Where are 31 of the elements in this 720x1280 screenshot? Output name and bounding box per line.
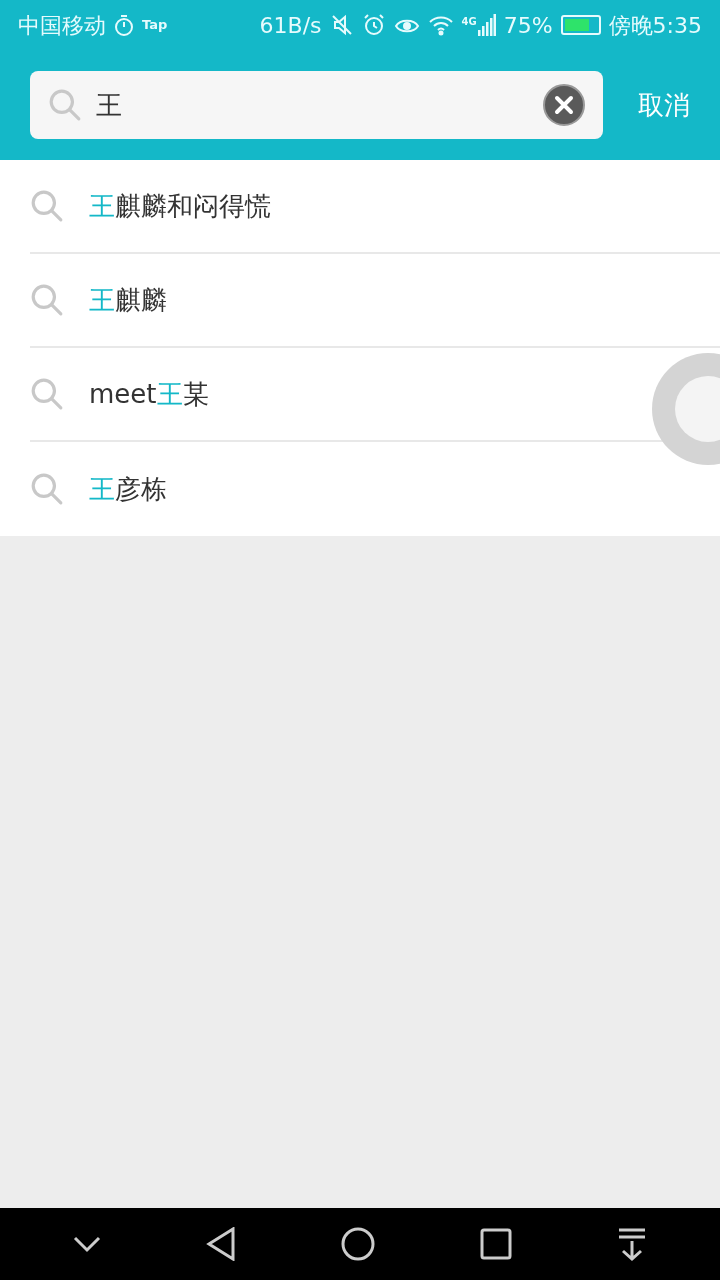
network-speed: 61B/s xyxy=(259,11,322,40)
network-type: 4G xyxy=(461,15,477,29)
clear-icon[interactable] xyxy=(543,84,585,126)
suggestion-item[interactable]: 王彦栋 xyxy=(30,442,720,536)
wifi-icon xyxy=(427,14,454,36)
battery-percent: 75% xyxy=(503,11,553,40)
battery-icon xyxy=(560,15,601,35)
suggestion-item[interactable]: 王麒麟 xyxy=(30,254,720,348)
back-icon[interactable] xyxy=(205,1227,236,1261)
suggestion-text: 王麒麟 xyxy=(89,283,167,317)
clock-time: 傍晚5:35 xyxy=(608,11,702,40)
signal-icon xyxy=(477,14,496,36)
search-icon xyxy=(30,377,64,411)
app-label: Tap xyxy=(142,16,168,35)
search-icon xyxy=(30,472,64,506)
search-icon xyxy=(48,88,82,122)
suggestion-text: 王麒麟和闷得慌 xyxy=(89,189,271,223)
carrier-name: 中国移动 xyxy=(18,11,106,40)
search-field[interactable]: 王 xyxy=(30,71,603,139)
mute-icon xyxy=(329,13,354,37)
chevron-down-icon[interactable] xyxy=(72,1235,101,1253)
suggestion-text: meet王某 xyxy=(89,377,209,411)
stopwatch-icon xyxy=(114,14,134,36)
search-icon xyxy=(30,283,64,317)
suggestion-text: 王彦栋 xyxy=(89,472,167,506)
suggestion-item[interactable]: 王麒麟和闷得慌 xyxy=(30,160,720,254)
notification-pull-icon[interactable] xyxy=(617,1227,648,1261)
search-icon xyxy=(30,189,64,223)
home-icon[interactable] xyxy=(340,1227,375,1261)
search-query: 王 xyxy=(96,88,123,122)
recents-icon[interactable] xyxy=(480,1228,513,1260)
